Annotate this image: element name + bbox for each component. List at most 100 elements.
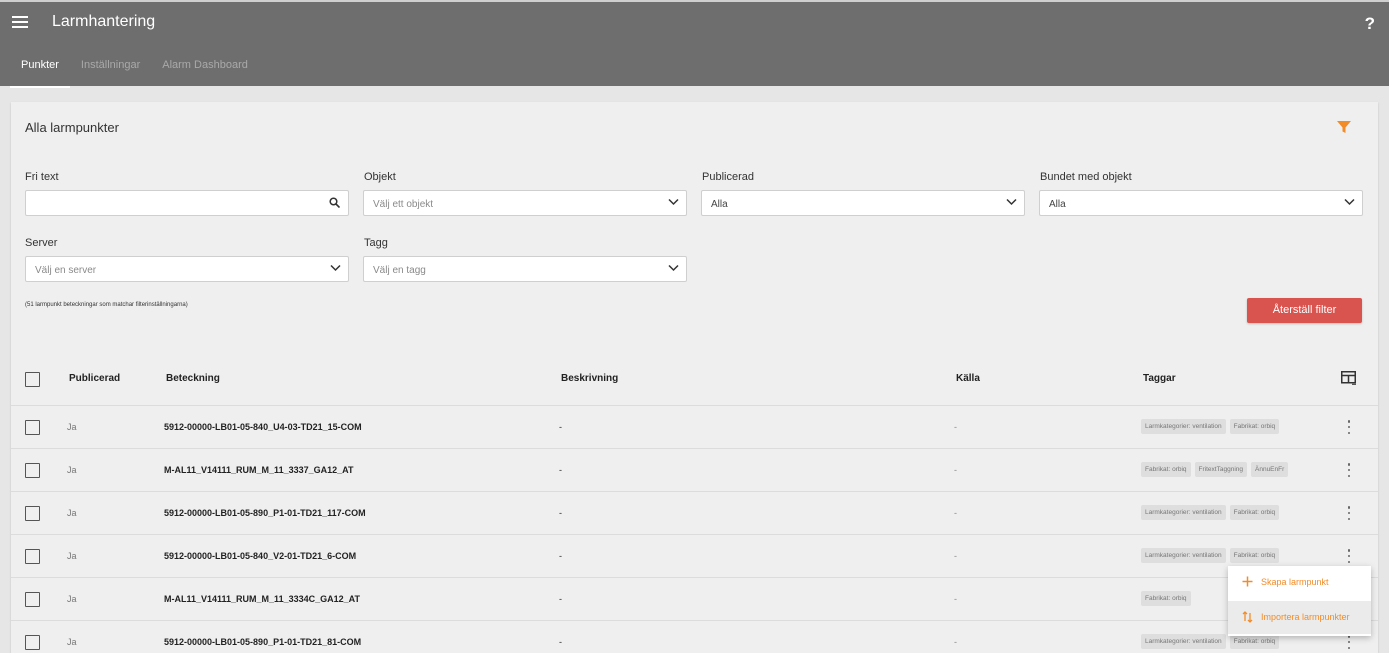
tag-chip: Larmkategorier: ventilation (1141, 505, 1226, 520)
cell-beteckning: M-AL11_V14111_RUM_M_11_3334C_GA12_AT (164, 594, 360, 604)
funnel-icon[interactable] (1337, 120, 1351, 134)
tagg-placeholder: Välj en tagg (373, 265, 426, 276)
tag-list: Larmkategorier: ventilation Fabrikat: orb… (1141, 419, 1315, 435)
tab-bar: Punkter Inställningar Alarm Dashboard (10, 54, 259, 88)
tag-chip: Fabrikat: orbiq (1141, 591, 1191, 606)
header-kalla[interactable]: Källa (956, 373, 980, 384)
header-taggar[interactable]: Taggar (1143, 373, 1176, 384)
chevron-down-icon (668, 198, 679, 206)
tag-list: Larmkategorier: ventilation Fabrikat: orb… (1141, 634, 1315, 650)
cell-kalla: - (954, 594, 957, 604)
import-arrows-icon (1242, 611, 1253, 623)
cell-beteckning: 5912-00000-LB01-05-840_V2-01-TD21_6-COM (164, 551, 357, 561)
row-checkbox[interactable] (25, 635, 40, 650)
match-count-text: (51 larmpunkt beteckningar som matchar f… (25, 302, 188, 308)
more-options-icon[interactable] (1347, 506, 1351, 520)
cell-beteckning: 5912-00000-LB01-05-890_P1-01-TD21_117-CO… (164, 508, 366, 518)
more-options-icon[interactable] (1347, 635, 1351, 649)
tagg-select[interactable]: Välj en tagg (363, 256, 687, 282)
cell-publicerad: Ja (67, 422, 77, 432)
app-bar: Larmhantering ? Punkter Inställningar Al… (0, 0, 1389, 88)
more-options-icon[interactable] (1347, 420, 1351, 434)
objekt-select[interactable]: Välj ett objekt (363, 190, 687, 216)
header-beskrivning[interactable]: Beskrivning (561, 373, 618, 384)
import-alarm-points-item[interactable]: Importera larmpunkter (1228, 601, 1371, 634)
fritext-input[interactable] (25, 190, 349, 216)
publicerad-value: Alla (711, 199, 728, 210)
cell-publicerad: Ja (67, 465, 77, 475)
table-row[interactable]: Ja M-AL11_V14111_RUM_M_11_3334C_GA12_AT - -… (11, 578, 1378, 621)
reset-filter-button[interactable]: Återställ filter (1247, 298, 1362, 323)
cell-beteckning: 5912-00000-LB01-05-890_P1-01-TD21_81-COM (164, 637, 362, 647)
tag-chip: Fabrikat: orbiq (1229, 548, 1280, 563)
tag-list: Larmkategorier: ventilation Fabrikat: orb… (1141, 548, 1315, 564)
row-checkbox[interactable] (25, 592, 40, 607)
cell-beskrivning: - (559, 594, 562, 604)
cell-kalla: - (954, 508, 957, 518)
more-options-icon[interactable] (1347, 463, 1351, 477)
cell-kalla: - (954, 422, 957, 432)
header-beteckning[interactable]: Beteckning (166, 373, 220, 384)
row-checkbox[interactable] (25, 463, 40, 478)
objekt-label: Objekt (364, 171, 396, 183)
table-row[interactable]: Ja 5912-00000-LB01-05-890_P1-01-TD21_117-… (11, 492, 1378, 535)
cell-beskrivning: - (559, 637, 562, 647)
tag-chip: FritextTaggning (1194, 462, 1247, 477)
select-all-checkbox[interactable] (25, 372, 40, 387)
server-select[interactable]: Välj en server (25, 256, 349, 282)
tagg-label: Tagg (364, 237, 388, 249)
row-checkbox[interactable] (25, 506, 40, 521)
publicerad-select[interactable]: Alla (701, 190, 1025, 216)
bundet-label: Bundet med objekt (1040, 171, 1132, 183)
tag-chip: Larmkategorier: ventilation (1141, 634, 1226, 649)
publicerad-label: Publicerad (702, 171, 754, 183)
cell-publicerad: Ja (67, 637, 77, 647)
import-alarm-points-label: Importera larmpunkter (1261, 612, 1350, 622)
bundet-select[interactable]: Alla (1039, 190, 1363, 216)
server-placeholder: Välj en server (35, 265, 97, 276)
chevron-down-icon (1344, 198, 1355, 206)
tab-punkter[interactable]: Punkter (10, 54, 70, 88)
row-checkbox[interactable] (25, 420, 40, 435)
fritext-label: Fri text (25, 171, 59, 183)
row-checkbox[interactable] (25, 549, 40, 564)
help-icon[interactable]: ? (1365, 14, 1375, 34)
chevron-down-icon (330, 264, 341, 272)
table-row[interactable]: Ja 5912-00000-LB01-05-890_P1-01-TD21_81-C… (11, 621, 1378, 653)
column-settings-icon[interactable] (1341, 371, 1356, 385)
cell-kalla: - (954, 637, 957, 647)
tab-installningar[interactable]: Inställningar (70, 54, 151, 88)
tag-list: Fabrikat: orbiq FritextTaggning ÄnnuEnFr (1141, 462, 1315, 478)
header-publicerad[interactable]: Publicerad (69, 373, 120, 384)
objekt-placeholder: Välj ett objekt (373, 199, 434, 210)
search-icon[interactable] (329, 197, 340, 208)
chevron-down-icon (668, 264, 679, 272)
hamburger-menu-icon[interactable] (12, 16, 28, 30)
tag-list: Larmkategorier: ventilation Fabrikat: orb… (1141, 505, 1315, 521)
cell-beteckning: 5912-00000-LB01-05-840_U4-03-TD21_15-COM (164, 422, 362, 432)
tag-chip: Fabrikat: orbiq (1229, 419, 1280, 434)
table-row[interactable]: Ja M-AL11_V14111_RUM_M_11_3337_GA12_AT - - F… (11, 449, 1378, 492)
more-options-icon[interactable] (1347, 549, 1351, 563)
table-row[interactable]: Ja 5912-00000-LB01-05-840_V2-01-TD21_6-CO… (11, 535, 1378, 578)
plus-icon (1242, 576, 1253, 587)
tag-chip: Fabrikat: orbiq (1229, 505, 1280, 520)
create-alarm-point-item[interactable]: Skapa larmpunkt (1228, 566, 1371, 599)
cell-beskrivning: - (559, 465, 562, 475)
create-alarm-point-label: Skapa larmpunkt (1261, 577, 1329, 587)
server-label: Server (25, 237, 58, 249)
card-title: Alla larmpunkter (25, 120, 119, 135)
tab-alarm-dashboard[interactable]: Alarm Dashboard (151, 54, 259, 88)
speed-dial-menu: Skapa larmpunkt Importera larmpunkter (1228, 566, 1371, 636)
cell-publicerad: Ja (67, 594, 77, 604)
tag-chip: ÄnnuEnFr (1251, 462, 1289, 477)
alarm-points-card: Alla larmpunkter Fri text Objekt Välj et… (11, 102, 1378, 653)
table-header: Publicerad Beteckning Beskrivning Källa … (11, 358, 1378, 406)
table-row[interactable]: Ja 5912-00000-LB01-05-840_U4-03-TD21_15-C… (11, 406, 1378, 449)
cell-publicerad: Ja (67, 551, 77, 561)
app-title: Larmhantering (52, 13, 156, 30)
cell-beskrivning: - (559, 551, 562, 561)
cell-beskrivning: - (559, 422, 562, 432)
cell-kalla: - (954, 465, 957, 475)
tag-chip: Larmkategorier: ventilation (1141, 419, 1226, 434)
